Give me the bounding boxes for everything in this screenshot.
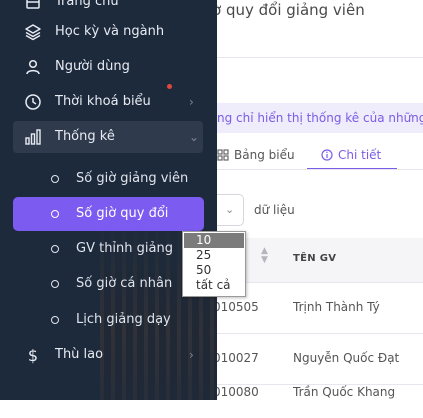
sidebar: Trang chủ Học kỳ và ngành Người dùng Thờ… bbox=[0, 0, 217, 400]
page-size-dropdown[interactable]: 10 25 50 tất cả bbox=[182, 231, 246, 297]
chevron-down-icon: ⌄ bbox=[225, 203, 235, 216]
circle-icon bbox=[51, 245, 59, 253]
row-code: 010027 bbox=[213, 351, 259, 365]
sidebar-item-thoi-khoa-bieu[interactable]: Thời khoá biểu › bbox=[0, 86, 217, 118]
tab-label: Bảng biểu bbox=[234, 148, 295, 162]
row-code: 010505 bbox=[213, 300, 259, 314]
divider bbox=[217, 57, 423, 58]
column-header-name[interactable]: TÊN GV bbox=[293, 253, 336, 264]
page-size-suffix: dữ liệu bbox=[254, 203, 295, 217]
svg-text:$: $ bbox=[28, 346, 38, 364]
circle-icon bbox=[51, 280, 59, 288]
sort-icon[interactable]: ▲ ▼ bbox=[261, 247, 268, 265]
sidebar-item-thu-lao[interactable]: $ Thù lao › bbox=[0, 339, 217, 371]
page-size-option[interactable]: 10 bbox=[184, 233, 244, 248]
sidebar-subitem-so-gio-quy-doi[interactable]: Số giờ quy đổi bbox=[13, 197, 204, 231]
sidebar-subitem-label: Số giờ giảng viên bbox=[76, 171, 189, 186]
table-row[interactable]: 010505 Trịnh Thành Tý bbox=[213, 283, 423, 334]
sidebar-item-label: Học kỳ và ngành bbox=[55, 24, 165, 39]
circle-icon bbox=[51, 316, 59, 324]
sidebar-item-label: Thời khoá biểu bbox=[55, 94, 151, 109]
clock-icon bbox=[25, 94, 41, 110]
row-name: Nguyễn Quốc Đạt bbox=[293, 351, 400, 365]
table-header: ▲ ▼ TÊN GV bbox=[217, 238, 423, 283]
sidebar-subitem-label: Lịch giảng dạy bbox=[76, 312, 171, 327]
info-icon bbox=[321, 149, 333, 161]
sidebar-subitem-so-gio-giang-vien[interactable]: Số giờ giảng viên bbox=[0, 163, 217, 195]
chevron-right-icon: › bbox=[189, 348, 194, 362]
row-name: Trịnh Thành Tý bbox=[293, 300, 380, 314]
sidebar-item-label: Thù lao bbox=[55, 347, 104, 362]
tab-chi-tiet[interactable]: Chi tiết bbox=[321, 141, 381, 169]
sidebar-subitem-label: Số giờ cá nhân bbox=[76, 276, 173, 291]
chevron-right-icon: › bbox=[189, 95, 194, 109]
sidebar-subitem-label: GV thỉnh giảng bbox=[76, 241, 173, 256]
sidebar-item-thong-ke[interactable]: Thống kê ⌄ bbox=[13, 121, 203, 153]
circle-icon bbox=[51, 175, 59, 183]
notice-banner: ng chỉ hiển thị thống kê của những bbox=[217, 103, 423, 133]
tab-bar: Bảng biểu Chi tiết bbox=[217, 141, 423, 171]
user-icon bbox=[26, 59, 40, 75]
sidebar-item-label: Thống kê bbox=[55, 129, 115, 144]
notification-dot bbox=[167, 84, 172, 89]
page-size-option[interactable]: 25 bbox=[184, 248, 244, 263]
row-name: Trần Quốc Khang bbox=[293, 385, 396, 399]
page-title: ờ quy đổi giảng viên bbox=[212, 1, 365, 19]
page-size-option[interactable]: tất cả bbox=[184, 278, 244, 293]
sidebar-item-nguoi-dung[interactable]: Người dùng bbox=[0, 51, 217, 83]
chevron-down-icon: ⌄ bbox=[189, 130, 200, 144]
tab-label: Chi tiết bbox=[338, 148, 382, 162]
circle-icon bbox=[51, 210, 59, 218]
sidebar-subitem-lich-giang-day[interactable]: Lịch giảng dạy bbox=[0, 304, 217, 336]
grid-icon bbox=[217, 149, 229, 161]
dollar-icon: $ bbox=[28, 346, 38, 364]
divider bbox=[217, 169, 423, 170]
sidebar-item-hoc-ky[interactable]: Học kỳ và ngành bbox=[0, 16, 217, 48]
page-size-option[interactable]: 50 bbox=[184, 263, 244, 278]
row-code: 010080 bbox=[213, 385, 259, 399]
table-row[interactable]: 010080 Trần Quốc Khang bbox=[213, 368, 423, 418]
tab-bang-bieu[interactable]: Bảng biểu bbox=[217, 141, 295, 169]
bar-chart-icon bbox=[25, 129, 41, 145]
sidebar-subitem-label: Số giờ quy đổi bbox=[76, 206, 169, 221]
sidebar-item-label: Người dùng bbox=[55, 59, 130, 74]
home-icon bbox=[26, 0, 40, 9]
layers-icon bbox=[25, 24, 41, 41]
